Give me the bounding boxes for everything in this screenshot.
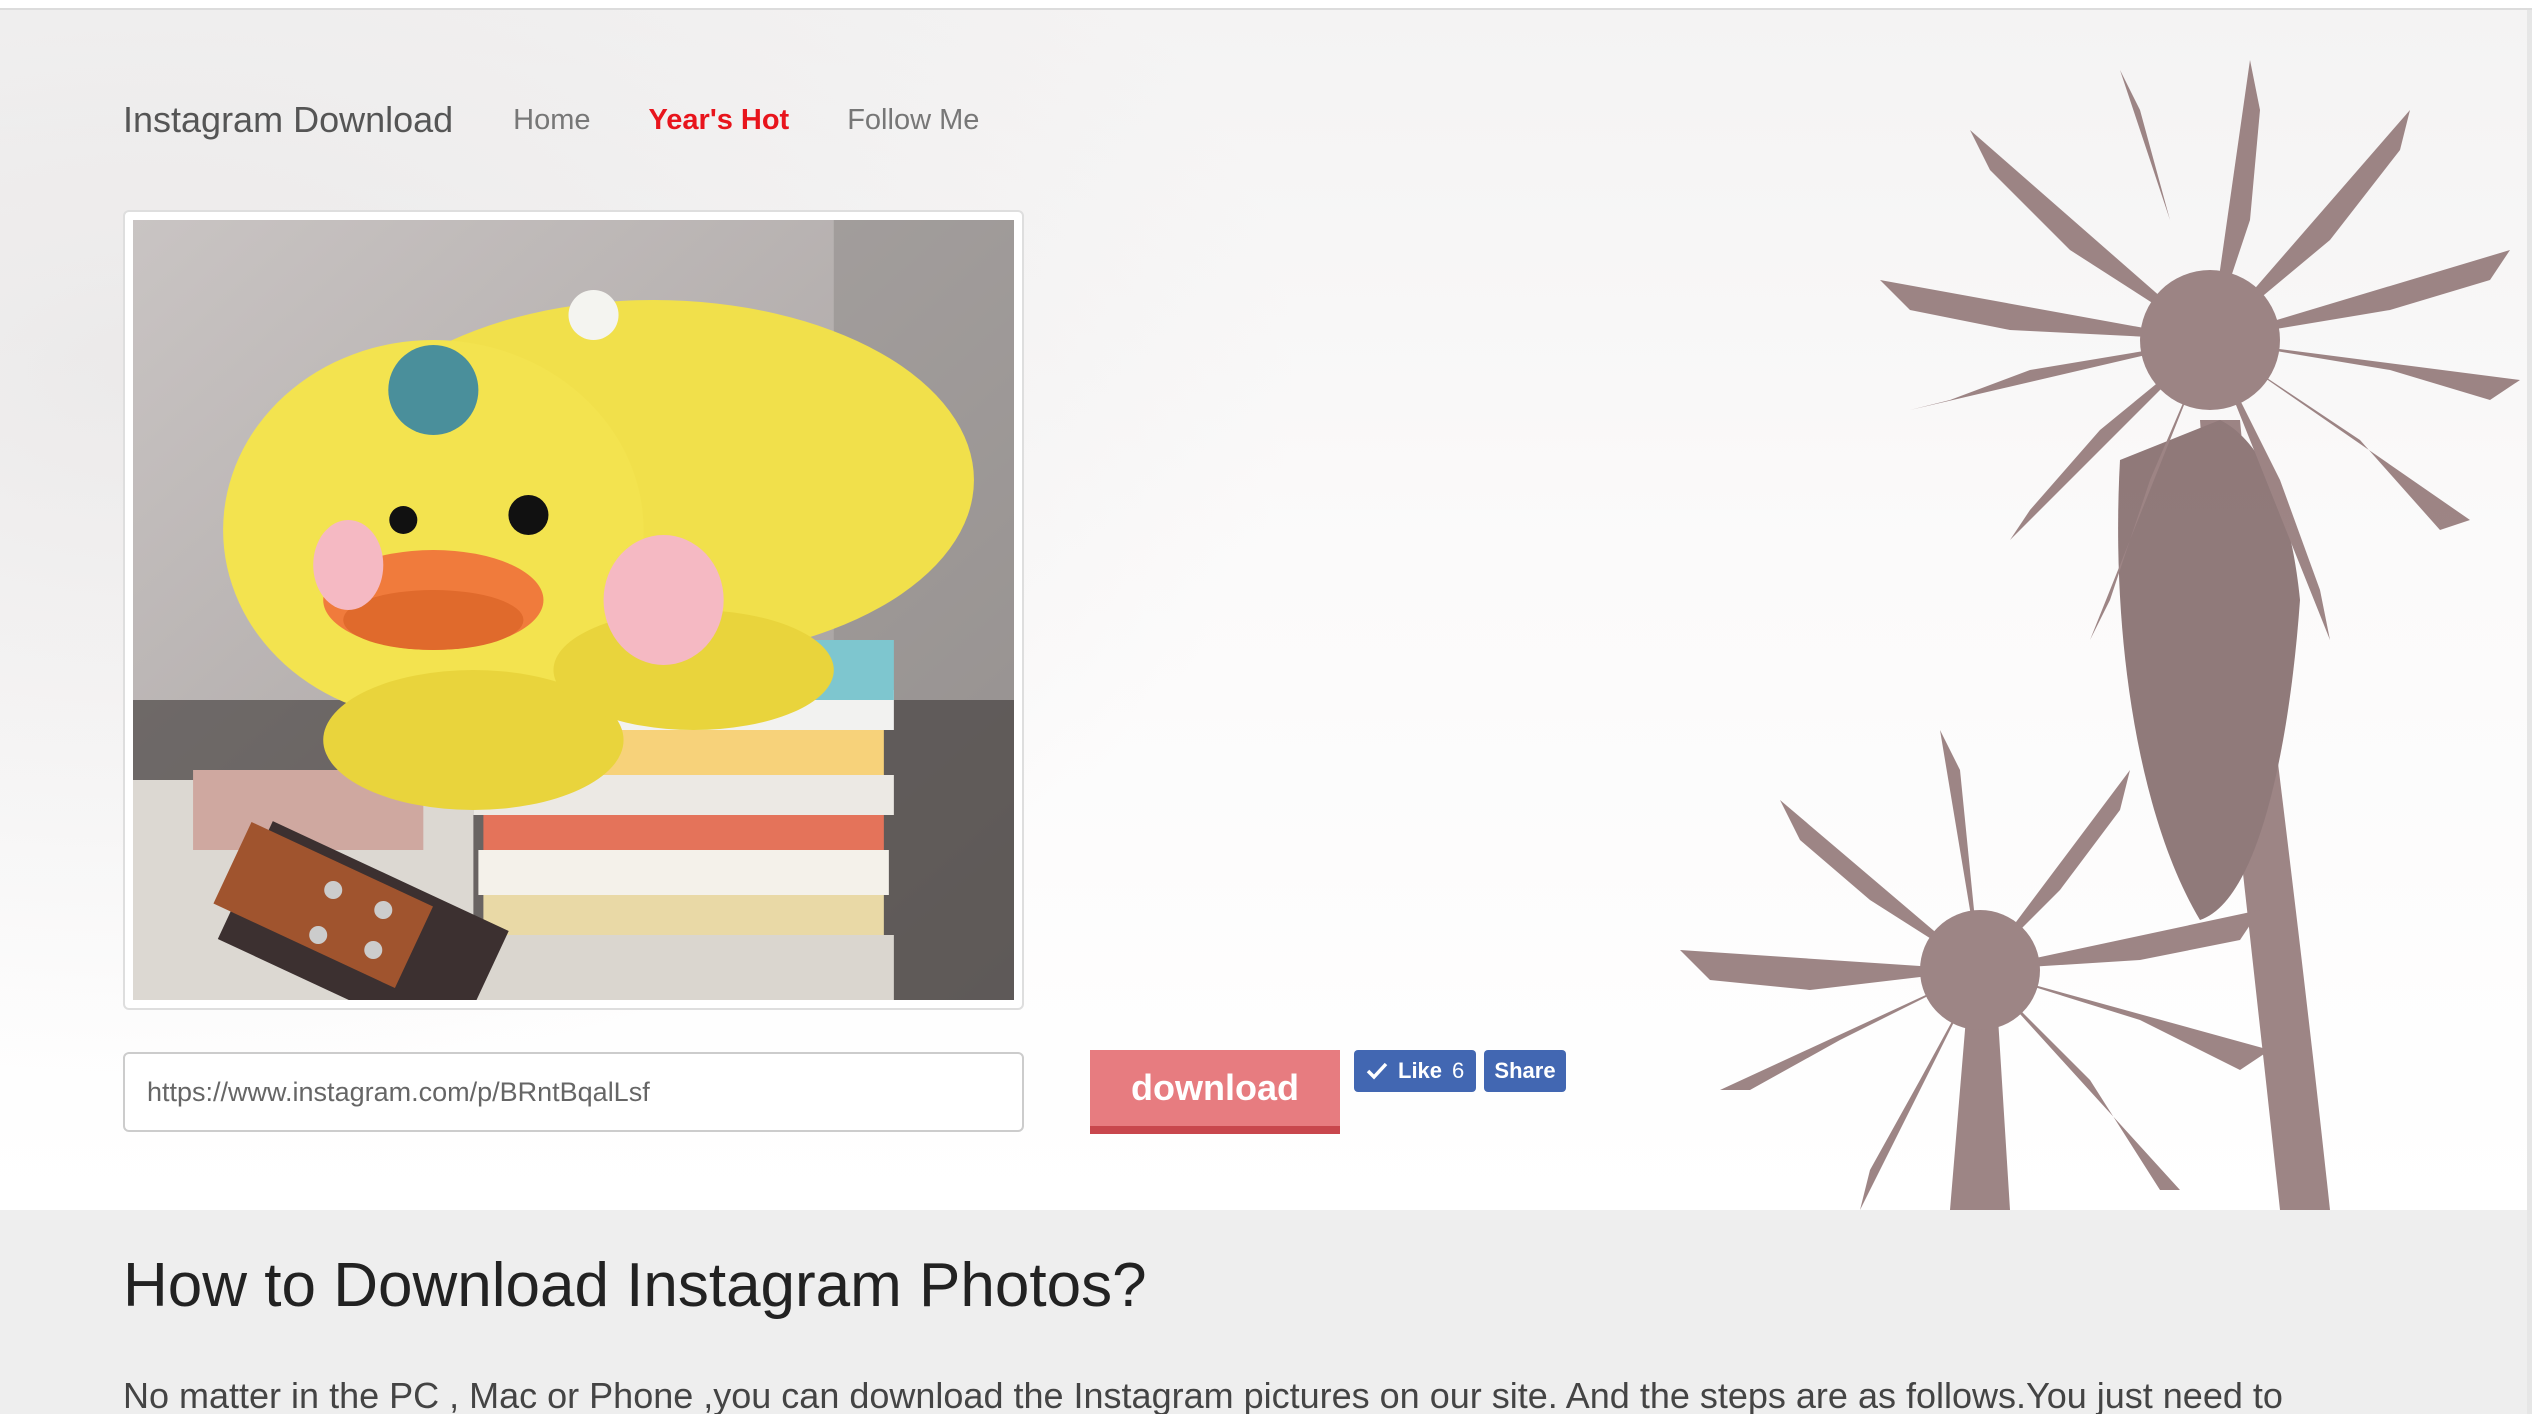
brand-logo[interactable]: Instagram Download	[123, 99, 453, 141]
top-border	[0, 0, 2532, 10]
download-button[interactable]: download	[1090, 1050, 1340, 1134]
palm-trees-background	[1680, 60, 2520, 1210]
scrollbar-track[interactable]	[2527, 10, 2532, 1414]
instagram-photo	[133, 220, 1014, 1000]
instagram-photo-frame	[123, 210, 1024, 1010]
how-to-section: How to Download Instagram Photos? No mat…	[0, 1210, 2532, 1414]
section-paragraph: No matter in the PC , Mac or Phone ,you …	[123, 1375, 2283, 1414]
facebook-share-button[interactable]: Share	[1484, 1050, 1566, 1092]
facebook-like-button[interactable]: Like 6	[1354, 1050, 1476, 1092]
section-heading: How to Download Instagram Photos?	[123, 1251, 1147, 1320]
checkmark-icon	[1366, 1062, 1388, 1080]
main-navbar: Instagram Download Home Year's Hot Follo…	[123, 98, 1037, 142]
nav-years-hot[interactable]: Year's Hot	[649, 104, 790, 137]
nav-home[interactable]: Home	[513, 104, 590, 137]
instagram-url-input[interactable]	[123, 1052, 1024, 1132]
facebook-like-label: Like	[1398, 1058, 1443, 1083]
facebook-like-count: 6	[1452, 1058, 1465, 1083]
nav-follow-me[interactable]: Follow Me	[847, 104, 979, 137]
